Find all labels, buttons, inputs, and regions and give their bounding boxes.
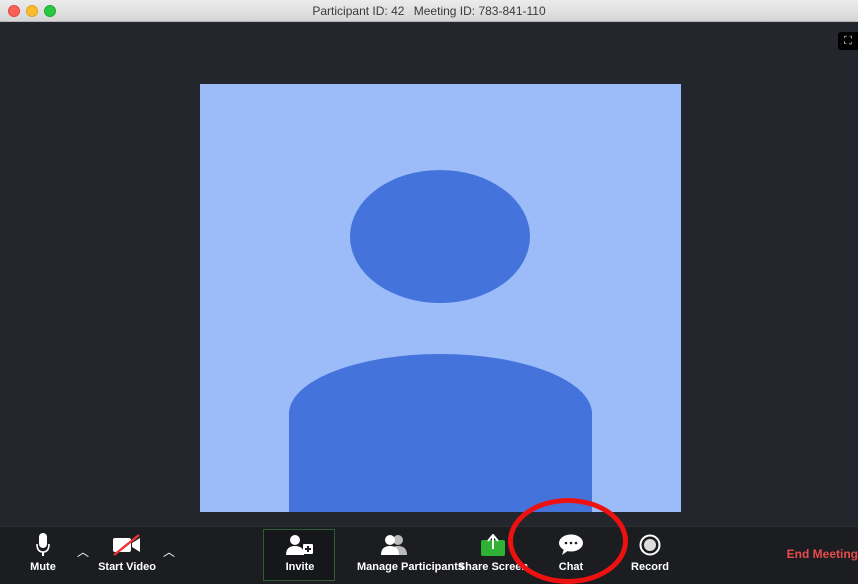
video-stage: ⛶ xyxy=(0,22,858,526)
record-label: Record xyxy=(631,561,669,573)
manage-participants-button[interactable]: Manage Participants xyxy=(357,527,464,584)
record-button[interactable]: Record xyxy=(631,527,669,584)
audio-options-chevron-up-icon[interactable]: ︿ xyxy=(77,543,89,560)
window-title: Participant ID: 42 Meeting ID: 783-841-1… xyxy=(0,4,858,18)
meeting-id: Meeting ID: 783-841-110 xyxy=(413,4,546,18)
add-user-icon xyxy=(286,535,313,555)
share-screen-button[interactable]: Share Screen xyxy=(458,527,528,584)
meeting-toolbar: Mute ︿ Start Video ︿ Invite Manage Parti… xyxy=(0,526,858,584)
video-options-chevron-up-icon[interactable]: ︿ xyxy=(163,543,175,560)
share-screen-icon xyxy=(481,534,505,556)
video-off-icon xyxy=(113,534,140,556)
mute-label: Mute xyxy=(30,561,56,573)
title-bar: Participant ID: 42 Meeting ID: 783-841-1… xyxy=(0,0,858,22)
avatar-body xyxy=(289,354,592,512)
mute-button[interactable]: Mute xyxy=(28,527,58,584)
participants-icon xyxy=(381,535,407,555)
participant-video-placeholder xyxy=(200,84,681,512)
zoom-window: Participant ID: 42 Meeting ID: 783-841-1… xyxy=(0,0,858,584)
fullscreen-icon[interactable]: ⛶ xyxy=(838,32,858,50)
invite-label: Invite xyxy=(285,561,315,573)
manage-participants-label: Manage Participants xyxy=(357,561,464,573)
record-icon xyxy=(639,534,661,556)
invite-button[interactable]: Invite xyxy=(283,527,317,584)
start-video-label: Start Video xyxy=(98,561,156,573)
microphone-icon xyxy=(36,533,50,556)
annotation-circle xyxy=(508,498,628,584)
avatar-head xyxy=(350,170,530,303)
participant-id: Participant ID: 42 xyxy=(312,4,405,18)
end-meeting-button[interactable]: End Meeting xyxy=(787,547,858,561)
start-video-button[interactable]: Start Video xyxy=(98,527,156,584)
